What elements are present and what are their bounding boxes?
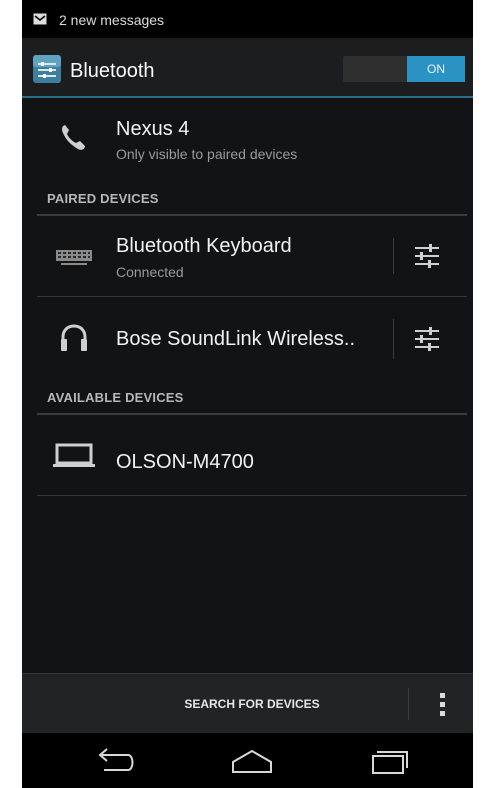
toggle-on-label: ON bbox=[407, 56, 465, 82]
phone-icon bbox=[61, 125, 85, 150]
home-icon[interactable] bbox=[227, 746, 277, 776]
back-icon[interactable] bbox=[90, 746, 140, 776]
notification-text[interactable]: 2 new messages bbox=[59, 12, 164, 28]
headphones-icon bbox=[61, 324, 87, 351]
bar-separator bbox=[408, 688, 409, 720]
device-settings-icon[interactable] bbox=[407, 236, 447, 276]
bottom-action-bar: SEARCH FOR DEVICES bbox=[22, 673, 473, 734]
device-name: OLSON-M4700 bbox=[116, 451, 254, 473]
phone-screen: 2 new messages Bluetooth ON Nexus 4 Only… bbox=[22, 0, 473, 788]
available-device-laptop[interactable]: OLSON-M4700 bbox=[22, 415, 473, 495]
navigation-bar bbox=[22, 733, 473, 788]
paired-device-keyboard[interactable]: Bluetooth Keyboard Connected bbox=[22, 216, 473, 296]
device-name: Bose SoundLink Wireless.. bbox=[116, 328, 356, 350]
this-device-row[interactable]: Nexus 4 Only visible to paired devices bbox=[22, 100, 473, 180]
visibility-status: Only visible to paired devices bbox=[116, 146, 298, 162]
status-bar: 2 new messages bbox=[22, 0, 473, 38]
device-settings-icon[interactable] bbox=[407, 319, 447, 359]
page-title: Bluetooth bbox=[70, 60, 155, 82]
mail-icon bbox=[33, 13, 47, 25]
action-bar: Bluetooth ON bbox=[22, 38, 473, 98]
device-name: Nexus 4 bbox=[116, 118, 190, 140]
section-header-paired: PAIRED DEVICES bbox=[47, 191, 159, 206]
laptop-icon bbox=[53, 443, 95, 467]
section-header-available: AVAILABLE DEVICES bbox=[47, 390, 184, 405]
search-for-devices-button[interactable]: SEARCH FOR DEVICES bbox=[142, 674, 362, 734]
action-bar-underline bbox=[22, 96, 473, 98]
connection-status: Connected bbox=[116, 264, 184, 280]
overflow-menu-icon[interactable] bbox=[432, 691, 452, 719]
row-separator bbox=[393, 319, 394, 359]
device-name: Bluetooth Keyboard bbox=[116, 235, 292, 257]
bluetooth-settings-icon[interactable] bbox=[32, 54, 62, 84]
paired-device-bose[interactable]: Bose SoundLink Wireless.. bbox=[22, 297, 473, 382]
keyboard-icon bbox=[56, 250, 92, 265]
row-separator bbox=[393, 238, 394, 274]
bluetooth-toggle[interactable]: ON bbox=[343, 56, 465, 82]
recents-icon[interactable] bbox=[365, 746, 415, 776]
row-divider bbox=[37, 495, 467, 496]
